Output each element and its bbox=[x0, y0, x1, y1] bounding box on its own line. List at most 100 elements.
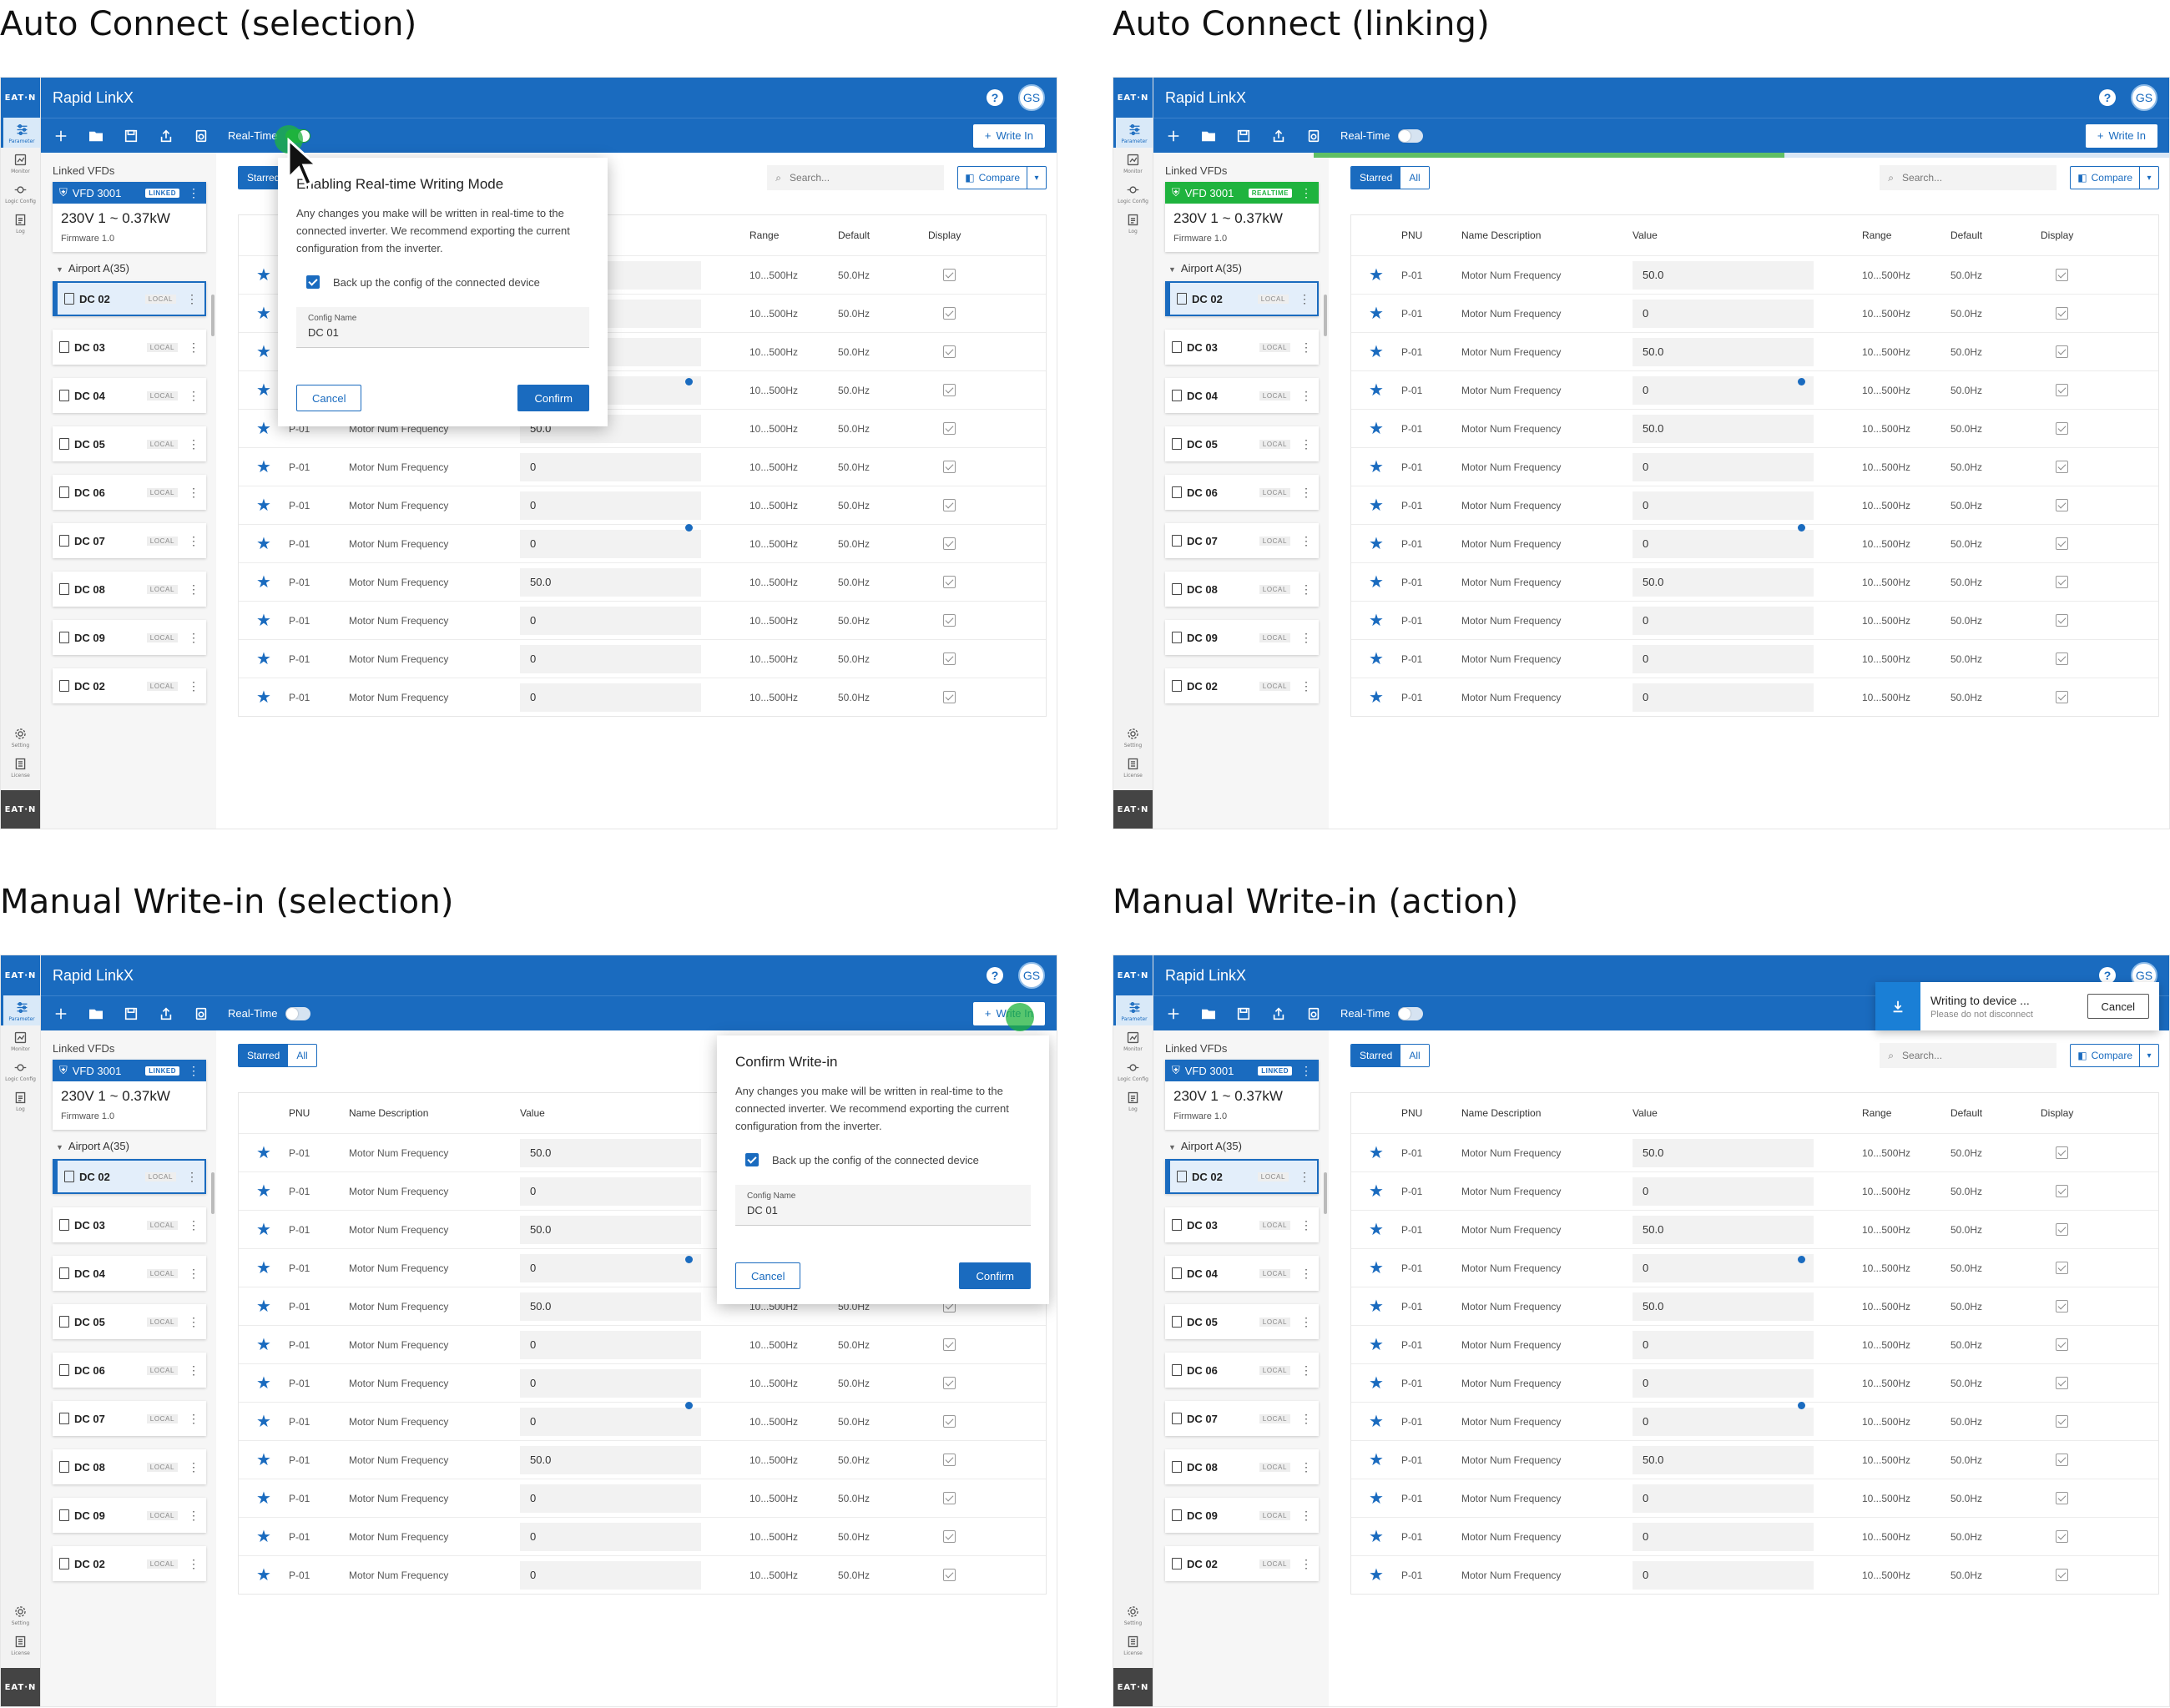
sidebar-dc-item[interactable]: DC 06 LOCAL ⋮ bbox=[53, 1353, 206, 1388]
table-row[interactable]: ★P-01 Motor Num Frequency 0 10...500Hz 50.0H… bbox=[1351, 1517, 2158, 1555]
star-icon[interactable]: ★ bbox=[239, 533, 289, 554]
star-icon[interactable]: ★ bbox=[239, 648, 289, 669]
star-icon[interactable]: ★ bbox=[1351, 1334, 1401, 1355]
more-icon[interactable]: ⋮ bbox=[188, 679, 199, 693]
display-checkbox[interactable] bbox=[2041, 269, 2099, 281]
help-icon[interactable]: ? bbox=[2099, 89, 2116, 106]
value-input[interactable]: 50.0 bbox=[520, 1445, 701, 1474]
display-checkbox[interactable] bbox=[928, 652, 987, 665]
display-checkbox[interactable] bbox=[2041, 652, 2099, 665]
display-checkbox[interactable] bbox=[928, 614, 987, 627]
table-row[interactable]: ★P-01 Motor Num Frequency 0 10...500Hz 50.0H… bbox=[1351, 1171, 2158, 1210]
display-checkbox[interactable] bbox=[2041, 1454, 2099, 1466]
rail-item-parameter[interactable]: Parameter bbox=[1113, 995, 1153, 1025]
value-input[interactable]: 0 bbox=[520, 1407, 701, 1436]
sidebar-dc-item[interactable]: DC 09 LOCAL ⋮ bbox=[53, 1498, 206, 1533]
more-icon[interactable]: ⋮ bbox=[188, 340, 199, 355]
add-icon[interactable] bbox=[1165, 128, 1182, 144]
value-input[interactable]: 50.0 bbox=[1633, 337, 1814, 366]
modal-cancel-button[interactable]: Cancel bbox=[296, 385, 362, 411]
sidebar-dc-item[interactable]: DC 02 LOCAL ⋮ bbox=[1165, 668, 1319, 703]
star-icon[interactable]: ★ bbox=[1351, 1181, 1401, 1202]
more-icon[interactable]: ⋮ bbox=[1300, 1509, 1312, 1523]
add-icon[interactable] bbox=[1165, 1005, 1182, 1022]
display-checkbox[interactable] bbox=[928, 1492, 987, 1504]
display-checkbox[interactable] bbox=[928, 1338, 987, 1351]
sidebar-scrollbar[interactable] bbox=[1324, 1172, 1327, 1214]
import-device-icon[interactable] bbox=[1305, 1005, 1322, 1022]
table-row[interactable]: ★P-01 Motor Num Frequency 0 10...500Hz 50.0H… bbox=[1351, 1402, 2158, 1440]
group-airport[interactable]: ▼ Airport A(35) bbox=[1168, 1140, 1319, 1152]
vfd-card[interactable]: ⛨ VFD 3001 LINKED ⋮ 230V 1 ~ 0.37kW Firm… bbox=[53, 1060, 206, 1130]
modal-confirm-button[interactable]: Confirm bbox=[517, 385, 589, 411]
display-checkbox[interactable] bbox=[928, 1454, 987, 1466]
star-icon[interactable]: ★ bbox=[1351, 1142, 1401, 1163]
star-icon[interactable]: ★ bbox=[239, 1334, 289, 1355]
display-checkbox[interactable] bbox=[2041, 307, 2099, 320]
star-icon[interactable]: ★ bbox=[1351, 648, 1401, 669]
more-icon[interactable]: ⋮ bbox=[186, 1170, 198, 1184]
display-checkbox[interactable] bbox=[2041, 499, 2099, 511]
display-checkbox[interactable] bbox=[2041, 1262, 2099, 1274]
star-icon[interactable]: ★ bbox=[1351, 495, 1401, 516]
value-input[interactable]: 0 bbox=[1633, 1330, 1814, 1359]
value-input[interactable]: 0 bbox=[1633, 644, 1814, 673]
table-row[interactable]: ★P-01 Motor Num Frequency 50.0 10...500Hz 50… bbox=[1351, 409, 2158, 447]
sidebar-dc-item[interactable]: DC 05 LOCAL ⋮ bbox=[1165, 426, 1319, 461]
value-input[interactable]: 0 bbox=[1633, 1484, 1814, 1513]
rail-item-setting[interactable]: Setting bbox=[1113, 1600, 1153, 1630]
display-checkbox[interactable] bbox=[2041, 614, 2099, 627]
table-row[interactable]: ★P-01 Motor Num Frequency 0 10...500Hz 50.0H… bbox=[239, 1402, 1046, 1440]
toast-cancel-button[interactable]: Cancel bbox=[2087, 994, 2149, 1019]
range-slider-handle[interactable] bbox=[1798, 1256, 1805, 1263]
display-checkbox[interactable] bbox=[2041, 576, 2099, 588]
range-slider-handle[interactable] bbox=[685, 1402, 693, 1409]
star-icon[interactable]: ★ bbox=[1351, 341, 1401, 362]
sidebar-dc-item[interactable]: DC 03 LOCAL ⋮ bbox=[53, 1207, 206, 1242]
table-row[interactable]: ★P-01 Motor Num Frequency 0 10...500Hz 50.0H… bbox=[1351, 601, 2158, 639]
sidebar-scrollbar[interactable] bbox=[1324, 295, 1327, 336]
table-row[interactable]: ★P-01 Motor Num Frequency 0 10...500Hz 50.0H… bbox=[1351, 1363, 2158, 1402]
table-row[interactable]: ★P-01 Motor Num Frequency 0 10...500Hz 50.0H… bbox=[1351, 447, 2158, 486]
star-icon[interactable]: ★ bbox=[239, 1142, 289, 1163]
value-input[interactable]: 50.0 bbox=[1633, 1138, 1814, 1167]
more-icon[interactable]: ⋮ bbox=[1300, 582, 1312, 597]
range-slider-handle[interactable] bbox=[1798, 378, 1805, 385]
display-checkbox[interactable] bbox=[2041, 1377, 2099, 1389]
segment-all[interactable]: All bbox=[1400, 1045, 1429, 1066]
sidebar-dc-item[interactable]: DC 06 LOCAL ⋮ bbox=[1165, 1353, 1319, 1388]
sidebar-dc-item[interactable]: DC 08 LOCAL ⋮ bbox=[1165, 1449, 1319, 1484]
more-icon[interactable]: ⋮ bbox=[1300, 534, 1312, 548]
sidebar-dc-item[interactable]: DC 02 LOCAL ⋮ bbox=[53, 281, 206, 316]
star-icon[interactable]: ★ bbox=[1351, 572, 1401, 592]
star-icon[interactable]: ★ bbox=[239, 1564, 289, 1585]
more-icon[interactable]: ⋮ bbox=[1300, 1267, 1312, 1281]
star-icon[interactable]: ★ bbox=[1351, 1257, 1401, 1278]
table-row[interactable]: ★P-01 Motor Num Frequency 0 10...500Hz 50.0H… bbox=[1351, 294, 2158, 332]
export-icon[interactable] bbox=[158, 128, 174, 144]
value-input[interactable]: 0 bbox=[1633, 1560, 1814, 1590]
rail-item-license[interactable]: License bbox=[1, 1630, 40, 1660]
star-icon[interactable]: ★ bbox=[1351, 380, 1401, 401]
value-input[interactable]: 0 bbox=[520, 1176, 701, 1206]
more-icon[interactable]: ⋮ bbox=[186, 292, 198, 306]
display-checkbox[interactable] bbox=[2041, 1185, 2099, 1197]
sidebar-dc-item[interactable]: DC 09 LOCAL ⋮ bbox=[1165, 1498, 1319, 1533]
more-icon[interactable]: ⋮ bbox=[188, 1557, 199, 1571]
range-slider-handle[interactable] bbox=[1798, 1402, 1805, 1409]
more-icon[interactable]: ⋮ bbox=[1300, 1315, 1312, 1329]
table-row[interactable]: ★P-01 Motor Num Frequency 0 10...500Hz 50.0H… bbox=[1351, 1479, 2158, 1517]
user-avatar[interactable]: GS bbox=[2131, 84, 2157, 111]
table-row[interactable]: ★P-01 Motor Num Frequency 0 10...500Hz 50.0H… bbox=[1351, 1555, 2158, 1594]
value-input[interactable]: 0 bbox=[520, 1560, 701, 1590]
table-row[interactable]: ★P-01 Motor Num Frequency 0 10...500Hz 50.0H… bbox=[239, 601, 1046, 639]
rail-item-license[interactable]: License bbox=[1113, 752, 1153, 782]
rail-item-log[interactable]: Log bbox=[1113, 208, 1153, 238]
rail-item-logic-config[interactable]: Logic Config bbox=[1, 178, 40, 208]
table-row[interactable]: ★P-01 Motor Num Frequency 0 10...500Hz 50.0H… bbox=[239, 1555, 1046, 1594]
help-icon[interactable]: ? bbox=[987, 89, 1003, 106]
star-icon[interactable]: ★ bbox=[239, 610, 289, 631]
sidebar-dc-item[interactable]: DC 02 LOCAL ⋮ bbox=[53, 668, 206, 703]
compare-button[interactable]: ◧Compare ▾ bbox=[957, 166, 1047, 189]
segment-starred[interactable]: Starred bbox=[239, 1045, 289, 1066]
